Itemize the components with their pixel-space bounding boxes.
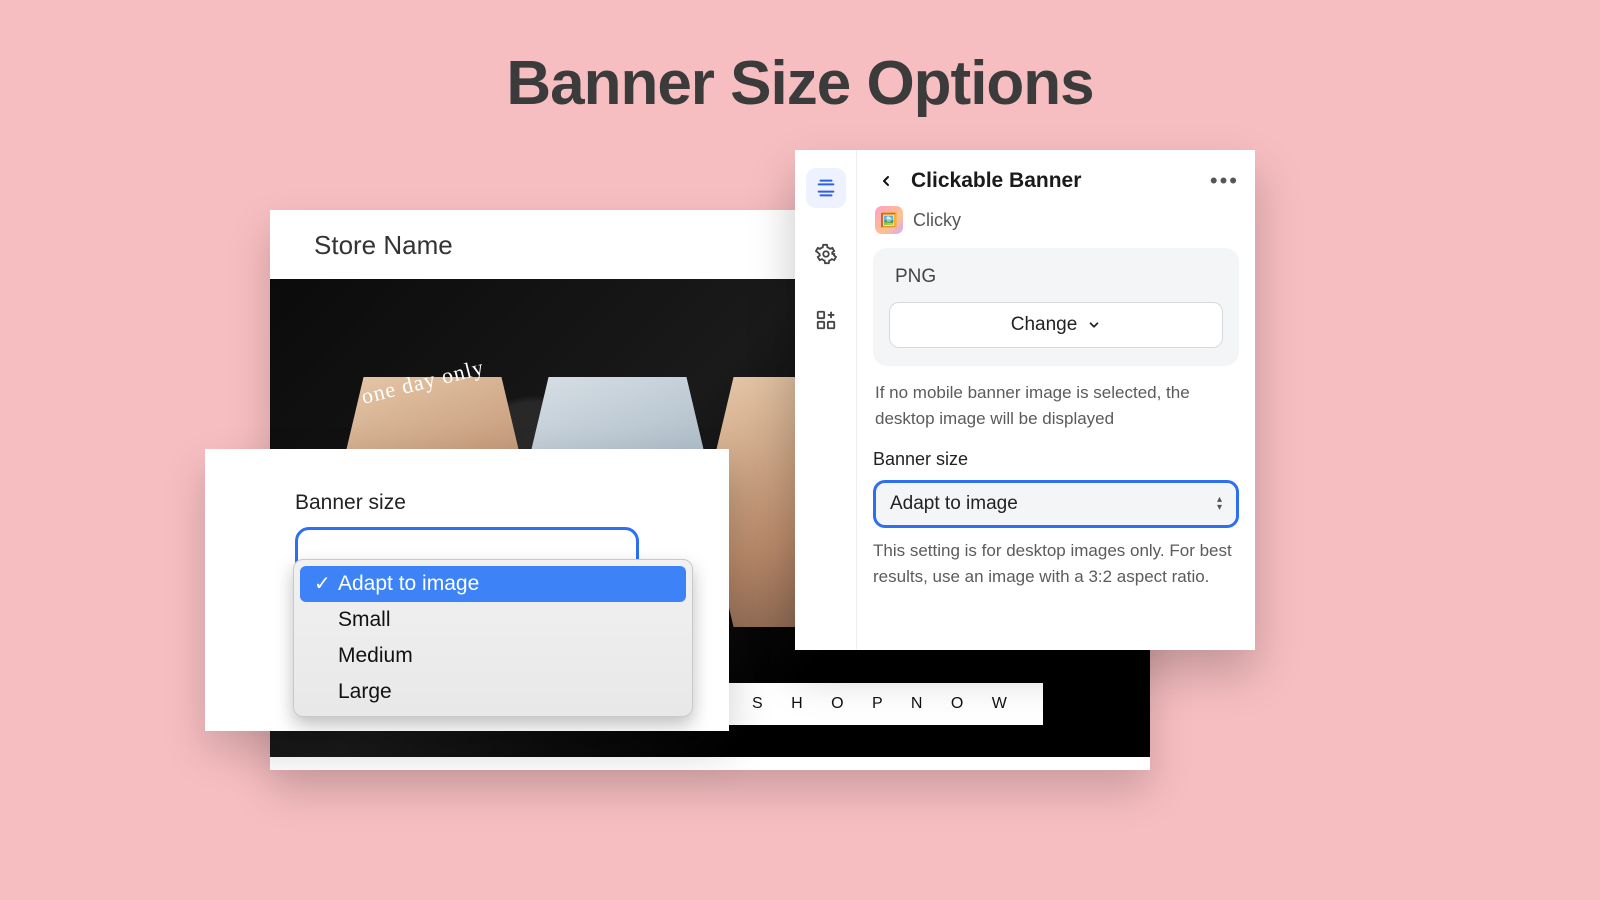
app-row: 🖼️ Clicky bbox=[875, 206, 1239, 234]
settings-panel: Clickable Banner ••• 🖼️ Clicky PNG Chang… bbox=[795, 150, 1255, 650]
mobile-hint: If no mobile banner image is selected, t… bbox=[875, 380, 1237, 431]
banner-size-menu: Adapt to image Small Medium Large bbox=[293, 559, 693, 717]
more-icon[interactable]: ••• bbox=[1210, 168, 1239, 194]
banner-size-select-right[interactable]: Adapt to image ▴▾ bbox=[873, 480, 1239, 528]
banner-size-label: Banner size bbox=[295, 491, 639, 515]
pane-body: Clickable Banner ••• 🖼️ Clicky PNG Chang… bbox=[857, 150, 1255, 650]
upload-card: PNG Change bbox=[873, 248, 1239, 366]
apps-icon[interactable] bbox=[806, 300, 846, 340]
option-large[interactable]: Large bbox=[294, 674, 692, 710]
panel-title: Clickable Banner bbox=[911, 169, 1198, 193]
upload-format: PNG bbox=[889, 262, 1223, 302]
change-button-label: Change bbox=[1011, 314, 1078, 336]
option-adapt-to-image[interactable]: Adapt to image bbox=[300, 566, 686, 602]
chevron-down-icon bbox=[1087, 318, 1101, 332]
option-medium[interactable]: Medium bbox=[294, 638, 692, 674]
option-small[interactable]: Small bbox=[294, 602, 692, 638]
sections-icon[interactable] bbox=[806, 168, 846, 208]
nav-rail bbox=[795, 150, 857, 650]
aspect-hint: This setting is for desktop images only.… bbox=[873, 538, 1239, 589]
banner-size-field-label: Banner size bbox=[873, 449, 1239, 470]
change-button[interactable]: Change bbox=[889, 302, 1223, 348]
app-name: Clicky bbox=[913, 210, 961, 231]
app-icon: 🖼️ bbox=[875, 206, 903, 234]
page-title: Banner Size Options bbox=[0, 0, 1600, 119]
shop-now-button[interactable]: S H O P N O W bbox=[728, 683, 1043, 725]
back-icon[interactable] bbox=[873, 168, 899, 194]
gear-icon[interactable] bbox=[806, 234, 846, 274]
banner-size-value: Adapt to image bbox=[890, 493, 1018, 515]
banner-size-popover: Banner size Adapt to image Small Medium … bbox=[205, 449, 729, 731]
select-stepper-icon: ▴▾ bbox=[1217, 496, 1222, 512]
